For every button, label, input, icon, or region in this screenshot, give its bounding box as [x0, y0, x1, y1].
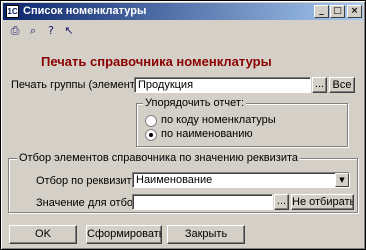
- sort-by-name-label[interactable]: по наименованию: [161, 128, 253, 140]
- filter-value-field[interactable]: [132, 194, 273, 210]
- context-help-icon[interactable]: ↖: [61, 23, 77, 39]
- sort-by-name-radio[interactable]: [145, 129, 157, 141]
- app-icon: 1C: [6, 5, 19, 18]
- filter-value-choose-button[interactable]: ...: [274, 194, 289, 210]
- filter-group-title: Отбор элементов справочника по значению …: [17, 152, 301, 164]
- print-group-field[interactable]: Продукция: [134, 77, 311, 93]
- minimize-button[interactable]: _: [314, 5, 329, 18]
- ok-button[interactable]: OK: [9, 225, 77, 244]
- print-group-choose-button[interactable]: ...: [312, 77, 327, 93]
- report-window: 1C Список номенклатуры _ □ × ⎙ ⌕ ? ↖ Печ…: [0, 0, 366, 250]
- report-heading: Печать справочника номенклатуры: [41, 54, 272, 69]
- filter-attribute-label: Отбор по реквизиту:: [36, 175, 141, 187]
- chevron-down-icon[interactable]: ▼: [335, 173, 349, 187]
- sort-group-title: Упорядочить отчет:: [143, 97, 247, 109]
- help-icon[interactable]: ?: [43, 23, 59, 39]
- close-window-button[interactable]: ×: [347, 5, 362, 18]
- print-group-all-button[interactable]: Все: [329, 77, 355, 93]
- print-preview-icon[interactable]: ⌕: [25, 23, 41, 39]
- sort-by-code-label[interactable]: по коду номенклатуры: [161, 114, 276, 126]
- maximize-button[interactable]: □: [330, 5, 345, 18]
- close-button[interactable]: Закрыть: [167, 225, 245, 244]
- window-title: Список номенклатуры: [23, 5, 147, 17]
- title-bar[interactable]: 1C Список номенклатуры _ □ ×: [3, 3, 363, 20]
- print-icon[interactable]: ⎙: [7, 23, 23, 39]
- build-report-button[interactable]: Сформировать: [86, 225, 162, 244]
- print-group-label: Печать группы (элемента):: [11, 79, 148, 91]
- no-filter-button[interactable]: Не отбирать: [291, 194, 354, 210]
- filter-attribute-select[interactable]: Наименование: [132, 172, 350, 188]
- sort-by-code-radio[interactable]: [145, 115, 157, 127]
